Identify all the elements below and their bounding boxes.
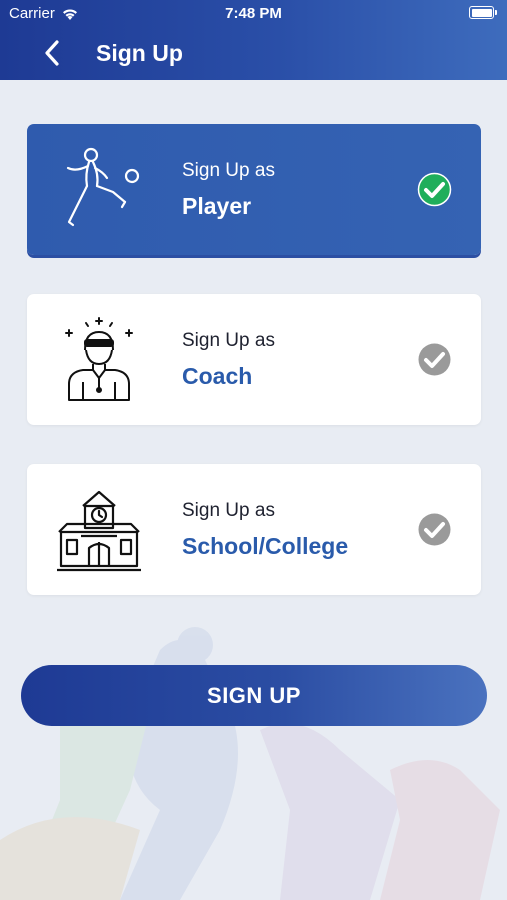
- status-bar: Carrier 7:48 PM: [0, 0, 507, 28]
- option-card-player[interactable]: Sign Up as Player: [27, 124, 481, 255]
- sports-silhouette-background: [0, 627, 500, 900]
- school-icon: [57, 490, 141, 572]
- sign-up-button[interactable]: SIGN UP: [21, 665, 487, 726]
- status-time: 7:48 PM: [225, 5, 282, 22]
- check-icon: [418, 343, 451, 376]
- player-icon: [66, 147, 140, 227]
- page-title: Sign Up: [96, 40, 183, 66]
- option-subtitle: Sign Up as: [182, 500, 275, 521]
- option-card-coach[interactable]: Sign Up as Coach: [27, 294, 481, 425]
- nav-bar: Sign Up: [0, 30, 507, 76]
- option-subtitle: Sign Up as: [182, 160, 275, 181]
- coach-icon: [65, 317, 133, 401]
- option-subtitle: Sign Up as: [182, 330, 275, 351]
- check-icon: [417, 172, 452, 207]
- header-bar: Carrier 7:48 PM Sign Up: [0, 0, 507, 80]
- back-arrow-icon[interactable]: [40, 38, 66, 68]
- battery-icon: [469, 6, 497, 19]
- option-label: Coach: [182, 363, 253, 389]
- option-card-school-college[interactable]: Sign Up as School/College: [27, 464, 481, 595]
- check-icon: [418, 513, 451, 546]
- option-label: School/College: [182, 533, 349, 559]
- option-label: Player: [182, 193, 252, 219]
